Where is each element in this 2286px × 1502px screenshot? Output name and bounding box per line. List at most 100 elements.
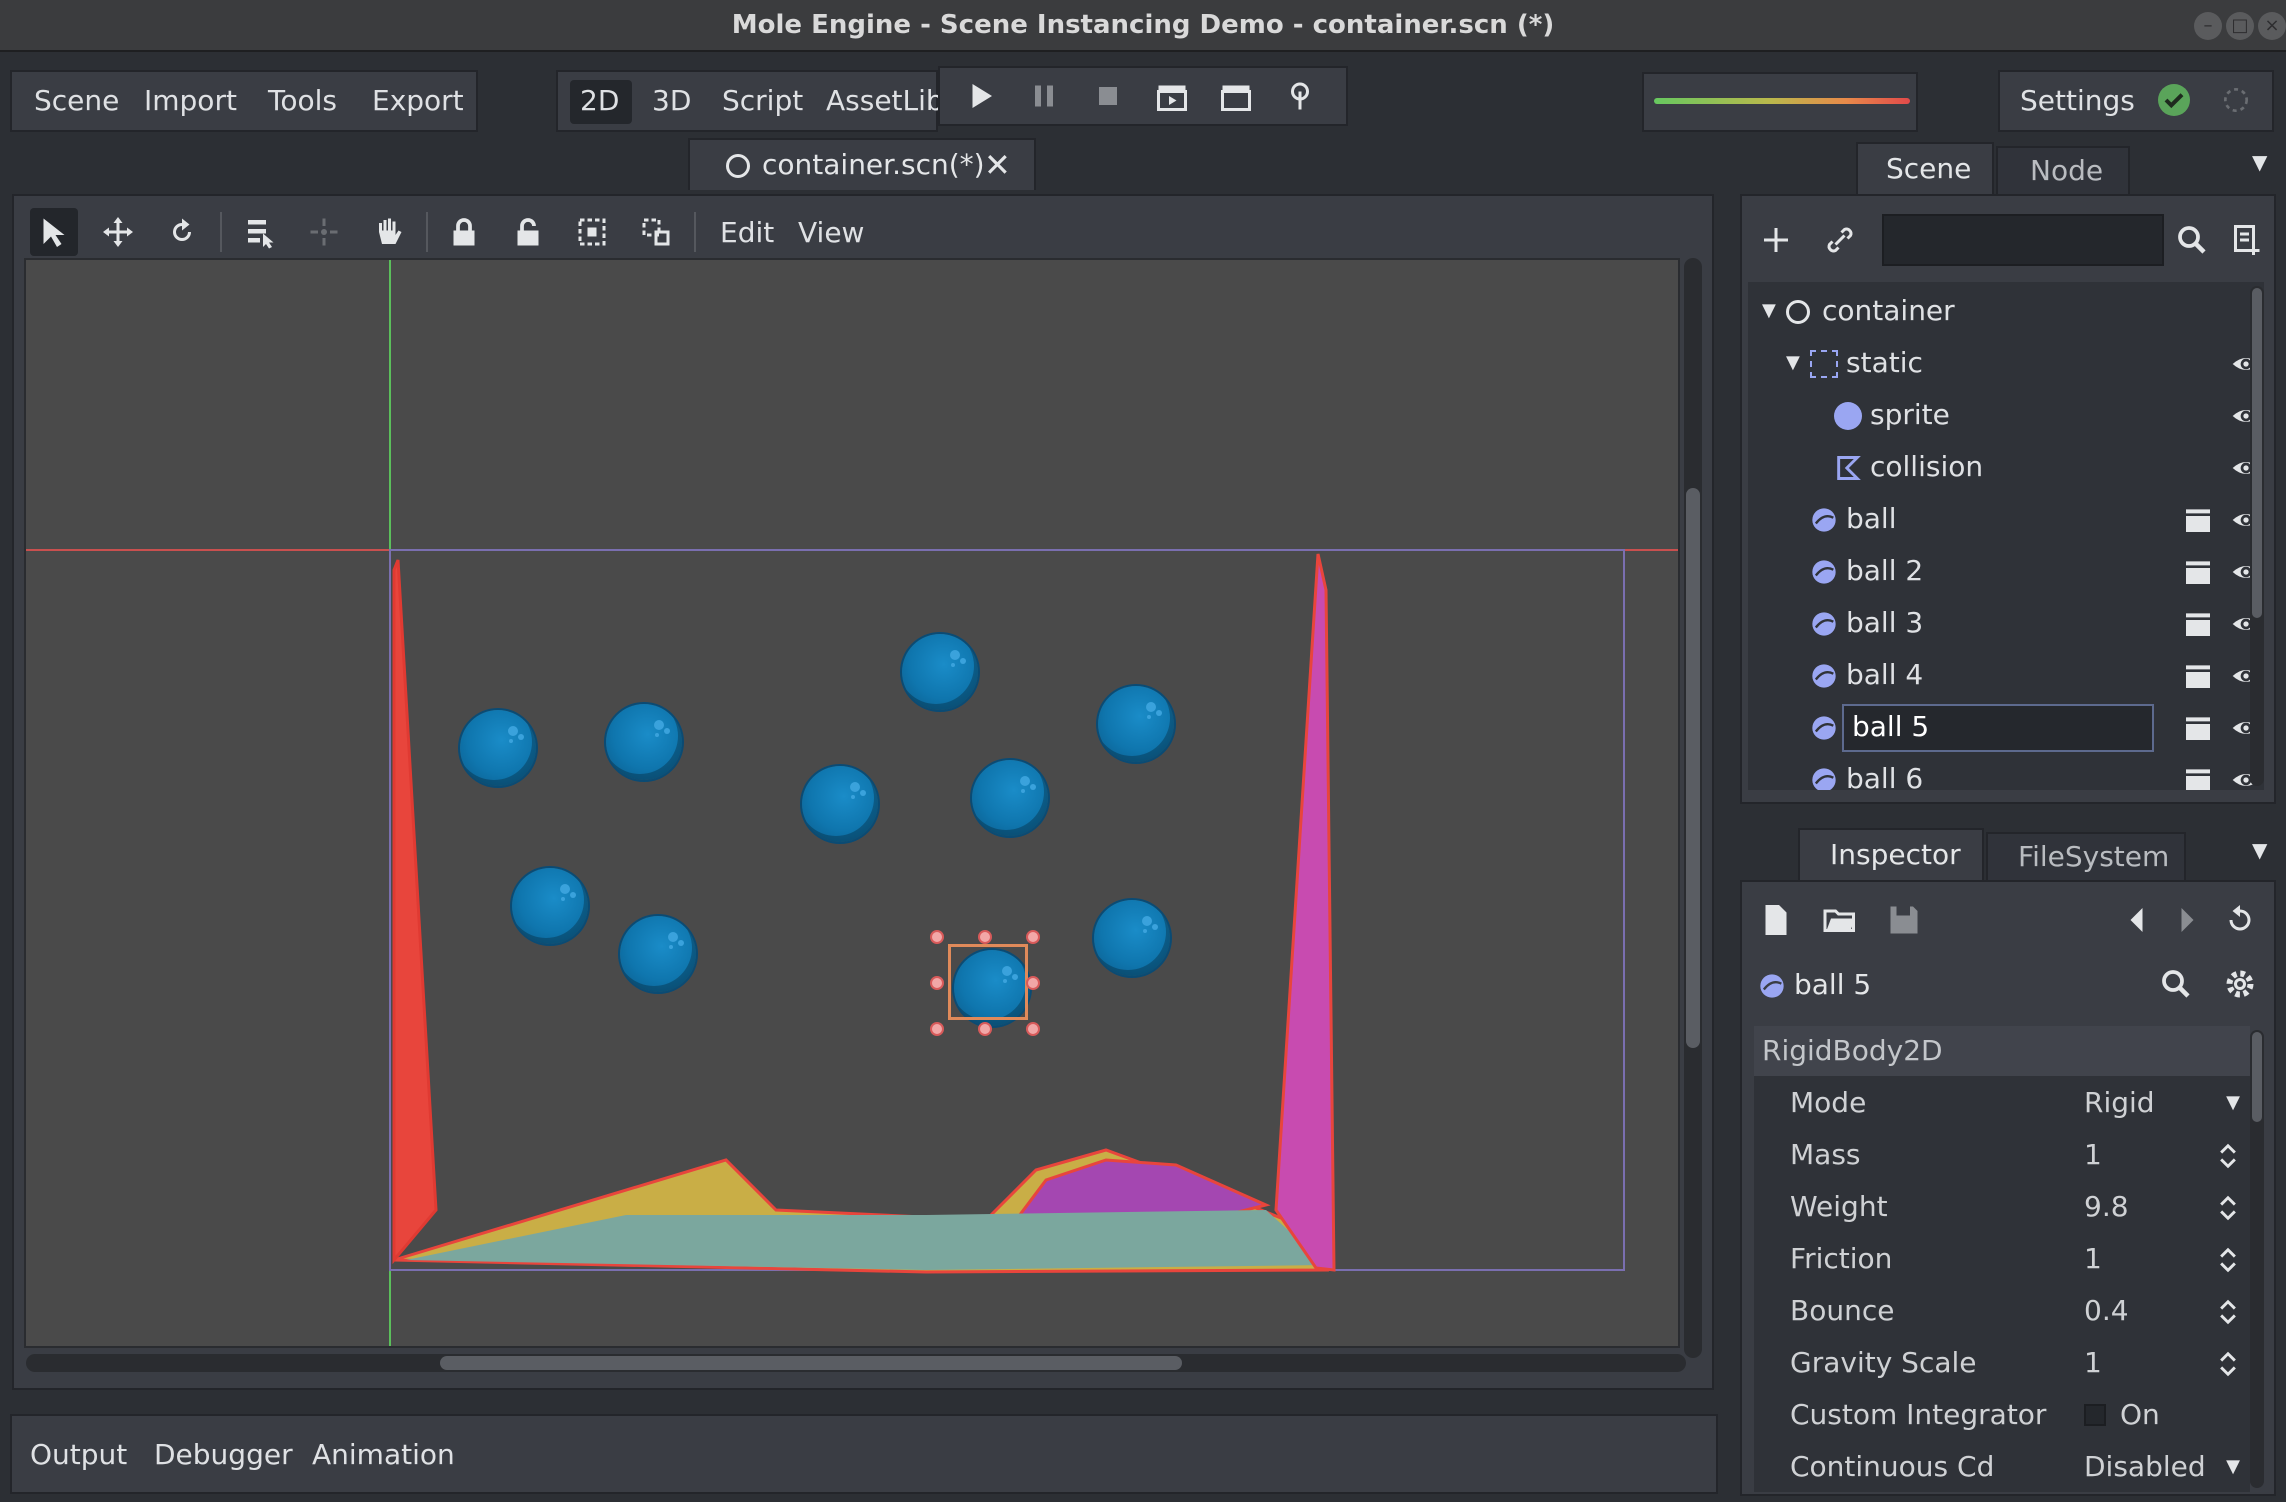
tree-item-ball-4[interactable]: ball 4 [1752, 650, 2264, 702]
tab-output[interactable]: Output [30, 1438, 127, 1471]
spinner-arrows-icon[interactable] [2214, 1192, 2242, 1224]
play-custom-scene-icon[interactable] [1212, 72, 1260, 120]
close-tab-icon[interactable]: ✕ [984, 146, 1011, 184]
history-back-icon[interactable] [2114, 896, 2162, 944]
workspace-tab-3d[interactable]: 3D [652, 84, 691, 117]
dropdown-arrow-icon[interactable]: ▼ [2226, 1456, 2240, 1477]
ball-sprite[interactable] [460, 710, 536, 786]
checkbox[interactable] [2084, 1404, 2106, 1426]
property-bounce[interactable]: Bounce 0.4 [1764, 1286, 2244, 1338]
ball-sprite[interactable] [606, 704, 682, 780]
spinner-arrows-icon[interactable] [2214, 1140, 2242, 1172]
tree-item-container[interactable]: ▼ container [1752, 286, 2264, 338]
menu-tools[interactable]: Tools [268, 84, 337, 117]
spinner-arrows-icon[interactable] [2214, 1348, 2242, 1380]
property-value[interactable]: 1 [2084, 1242, 2102, 1275]
tab-node[interactable]: Node [1996, 146, 2130, 194]
vertical-scrollbar[interactable] [1684, 258, 1702, 1358]
inspector-scrollbar[interactable] [2250, 1030, 2264, 1488]
object-history-icon[interactable] [2216, 896, 2264, 944]
ball-sprite[interactable] [902, 634, 978, 710]
ball-sprite[interactable] [1094, 900, 1170, 976]
history-forward-icon[interactable] [2162, 896, 2210, 944]
workspace-tab-script[interactable]: Script [722, 84, 803, 117]
property-value[interactable]: 9.8 [2084, 1190, 2129, 1223]
ungroup-icon[interactable] [632, 208, 680, 256]
expand-arrow-icon[interactable]: ▼ [1786, 352, 1800, 373]
list-select-icon[interactable] [236, 208, 284, 256]
workspace-tab-assetlib[interactable]: AssetLib [826, 84, 944, 117]
scene-tree-scroll-thumb[interactable] [2252, 288, 2262, 618]
selection-handle[interactable] [1026, 1022, 1040, 1036]
tree-item-ball-6[interactable]: ball 6 [1752, 754, 2264, 790]
property-mode[interactable]: Mode Rigid ▼ [1764, 1078, 2244, 1130]
pan-mode-icon[interactable] [364, 208, 412, 256]
pause-icon[interactable] [1020, 72, 1068, 120]
property-gravity-scale[interactable]: Gravity Scale 1 [1764, 1338, 2244, 1390]
scene-tab[interactable]: container.scn(*) ✕ [688, 138, 1036, 190]
ball-sprite[interactable] [1098, 686, 1174, 762]
property-value[interactable]: 1 [2084, 1138, 2102, 1171]
tree-item-ball-5[interactable]: ball 5 [1752, 702, 2264, 754]
open-instance-icon[interactable] [2182, 608, 2214, 640]
tree-item-static[interactable]: ▼ static [1752, 338, 2264, 390]
tab-inspector[interactable]: Inspector [1798, 828, 1984, 880]
play-icon[interactable] [956, 72, 1004, 120]
rotate-mode-icon[interactable] [158, 208, 206, 256]
open-instance-icon[interactable] [2182, 660, 2214, 692]
tree-item-ball-3[interactable]: ball 3 [1752, 598, 2264, 650]
property-friction[interactable]: Friction 1 [1764, 1234, 2244, 1286]
dropdown-arrow-icon[interactable]: ▼ [2226, 1092, 2240, 1113]
remote-debug-icon[interactable] [1276, 72, 1324, 120]
selection-handle[interactable] [930, 930, 944, 944]
property-custom-integrator[interactable]: Custom Integrator On [1764, 1390, 2244, 1442]
tab-filesystem[interactable]: FileSystem [1986, 832, 2186, 880]
group-icon[interactable] [568, 208, 616, 256]
maximize-icon[interactable]: □ [2226, 12, 2254, 40]
save-icon[interactable] [1880, 896, 1928, 944]
gear-icon[interactable] [2216, 960, 2264, 1008]
selection-handle[interactable] [978, 930, 992, 944]
dock-menu-icon[interactable]: ▼ [2252, 150, 2267, 174]
dock-menu-icon[interactable]: ▼ [2252, 838, 2267, 862]
tab-scene[interactable]: Scene [1856, 142, 1994, 194]
selection-handle[interactable] [930, 976, 944, 990]
open-instance-icon[interactable] [2182, 556, 2214, 588]
menu-import[interactable]: Import [144, 84, 237, 117]
inspector-scroll-thumb[interactable] [2252, 1032, 2262, 1122]
horizontal-scrollbar[interactable] [26, 1354, 1686, 1372]
new-resource-icon[interactable] [1752, 896, 1800, 944]
edit-menu[interactable]: Edit [720, 216, 774, 249]
open-instance-icon[interactable] [2182, 712, 2214, 744]
selection-handle[interactable] [1026, 976, 1040, 990]
instance-scene-icon[interactable] [1816, 216, 1864, 264]
ball-sprite[interactable] [802, 766, 878, 842]
spinner-arrows-icon[interactable] [2214, 1244, 2242, 1276]
ball-sprite[interactable] [972, 760, 1048, 836]
add-node-icon[interactable] [1752, 216, 1800, 264]
minimize-icon[interactable]: – [2194, 12, 2222, 40]
horizontal-scroll-thumb[interactable] [440, 1356, 1182, 1370]
property-mass[interactable]: Mass 1 [1764, 1130, 2244, 1182]
scene-filter-input[interactable] [1882, 214, 2164, 266]
select-mode-icon[interactable] [30, 208, 78, 256]
tab-animation[interactable]: Animation [312, 1438, 455, 1471]
tab-debugger[interactable]: Debugger [154, 1438, 293, 1471]
search-icon[interactable] [2152, 960, 2200, 1008]
menu-scene[interactable]: Scene [34, 84, 119, 117]
workspace-tab-2d[interactable]: 2D [580, 84, 619, 117]
unlock-icon[interactable] [504, 208, 552, 256]
stop-icon[interactable] [1084, 72, 1132, 120]
close-window-icon[interactable]: × [2258, 12, 2286, 40]
property-value[interactable]: Rigid [2084, 1086, 2155, 1119]
move-mode-icon[interactable] [94, 208, 142, 256]
spinner-arrows-icon[interactable] [2214, 1296, 2242, 1328]
search-icon[interactable] [2168, 216, 2216, 264]
selection-handle[interactable] [978, 1022, 992, 1036]
tree-item-ball-2[interactable]: ball 2 [1752, 546, 2264, 598]
vertical-scroll-thumb[interactable] [1686, 488, 1700, 1048]
expand-arrow-icon[interactable]: ▼ [1762, 300, 1776, 321]
view-menu[interactable]: View [798, 216, 864, 249]
property-weight[interactable]: Weight 9.8 [1764, 1182, 2244, 1234]
property-value[interactable]: 1 [2084, 1346, 2102, 1379]
